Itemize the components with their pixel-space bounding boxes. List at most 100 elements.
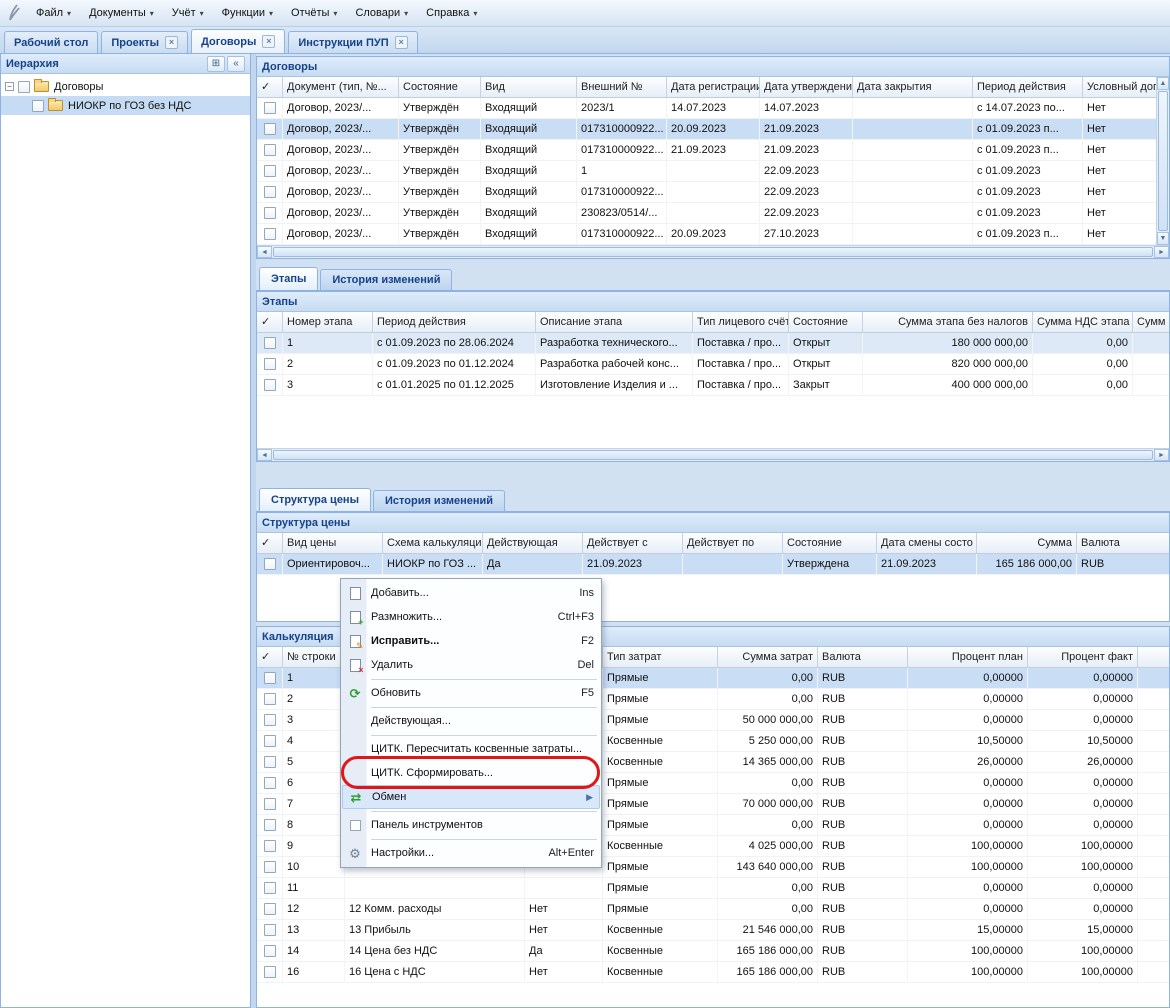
column-header[interactable]: Процент факт <box>1028 647 1138 667</box>
column-header[interactable]: ✓ <box>257 647 283 667</box>
menubar-item-functions[interactable]: Функции▾ <box>213 3 282 23</box>
table-row[interactable]: 1с 01.09.2023 по 28.06.2024Разработка те… <box>257 333 1169 354</box>
tab-projects[interactable]: Проекты× <box>101 31 188 53</box>
row-checkbox[interactable] <box>264 903 276 915</box>
tab-instructions-pup[interactable]: Инструкции ПУП× <box>288 31 417 53</box>
context-menu-item-refresh[interactable]: ⟳ОбновитьF5 <box>342 681 600 705</box>
row-checkbox[interactable] <box>264 672 276 684</box>
column-header[interactable]: Период действия <box>973 77 1083 97</box>
column-header[interactable]: Вид <box>481 77 577 97</box>
scroll-right-button[interactable]: ► <box>1154 246 1169 258</box>
price-subtab-1[interactable]: История изменений <box>373 490 505 511</box>
context-menu-item-delete[interactable]: ×УдалитьDel <box>342 653 600 677</box>
row-checkbox[interactable] <box>264 924 276 936</box>
table-row[interactable]: Договор, 2023/...УтверждёнВходящий230823… <box>257 203 1169 224</box>
column-header[interactable]: Вид цены <box>283 533 383 553</box>
row-checkbox[interactable] <box>264 819 276 831</box>
column-header[interactable]: Тип затрат <box>603 647 718 667</box>
column-header[interactable]: Дата утверждения <box>760 77 853 97</box>
scroll-left-button[interactable]: ◄ <box>257 246 272 258</box>
column-header[interactable]: Действует с <box>583 533 683 553</box>
row-checkbox[interactable] <box>264 945 276 957</box>
context-menu-item-edit[interactable]: ✎Исправить...F2 <box>342 629 600 653</box>
table-row[interactable]: 2с 01.09.2023 по 01.12.2024Разработка ра… <box>257 354 1169 375</box>
column-header[interactable]: № строки <box>283 647 345 667</box>
column-header[interactable]: Валюта <box>1077 533 1169 553</box>
hscroll-thumb[interactable] <box>273 450 1153 460</box>
tree-checkbox[interactable] <box>32 100 44 112</box>
table-row[interactable]: 1313 ПрибыльНетКосвенные21 546 000,00RUB… <box>257 920 1169 941</box>
row-checkbox[interactable] <box>264 861 276 873</box>
menubar-item-file[interactable]: Файл▾ <box>27 3 80 23</box>
column-header[interactable]: ✓ <box>257 312 283 332</box>
menubar-item-dictionaries[interactable]: Словари▾ <box>346 3 417 23</box>
row-checkbox[interactable] <box>264 735 276 747</box>
stages-subtab-1[interactable]: История изменений <box>320 269 452 290</box>
column-header[interactable]: Состояние <box>789 312 863 332</box>
column-header[interactable]: Схема калькуляци <box>383 533 483 553</box>
hscroll-thumb[interactable] <box>273 247 1153 257</box>
row-checkbox[interactable] <box>264 102 276 114</box>
scroll-left-button[interactable]: ◄ <box>257 449 272 461</box>
table-row[interactable]: 1212 Комм. расходыНетПрямые0,00RUB0,0000… <box>257 899 1169 920</box>
menubar-item-reports[interactable]: Отчёты▾ <box>282 3 346 23</box>
context-menu-item-active[interactable]: Действующая... <box>342 709 600 733</box>
table-row[interactable]: Договор, 2023/...УтверждёнВходящий017310… <box>257 119 1169 140</box>
row-checkbox[interactable] <box>264 693 276 705</box>
table-row[interactable]: Договор, 2023/...УтверждёнВходящий122.09… <box>257 161 1169 182</box>
context-menu-item-add[interactable]: Добавить...Ins <box>342 581 600 605</box>
tree-collapse-icon[interactable]: − <box>5 82 14 91</box>
row-checkbox[interactable] <box>264 144 276 156</box>
row-checkbox[interactable] <box>264 207 276 219</box>
table-row[interactable]: Договор, 2023/...УтверждёнВходящий017310… <box>257 224 1169 245</box>
row-checkbox[interactable] <box>264 379 276 391</box>
price-subtab-0[interactable]: Структура цены <box>259 488 371 511</box>
column-header[interactable]: Дата смены состо <box>877 533 977 553</box>
scroll-up-button[interactable]: ▲ <box>1157 77 1169 90</box>
contracts-hscrollbar[interactable]: ◄ ► <box>257 245 1169 258</box>
row-checkbox[interactable] <box>264 756 276 768</box>
row-checkbox[interactable] <box>264 714 276 726</box>
tree-node-niokr-goz[interactable]: НИОКР по ГОЗ без НДС <box>1 96 250 115</box>
column-header[interactable] <box>1138 647 1169 667</box>
collapse-panel-button[interactable]: « <box>227 56 245 72</box>
tree-node-contracts[interactable]: −Договоры <box>1 77 250 96</box>
row-checkbox[interactable] <box>264 966 276 978</box>
scroll-right-button[interactable]: ► <box>1154 449 1169 461</box>
vscroll-thumb[interactable] <box>1158 91 1168 231</box>
tab-desktop[interactable]: Рабочий стол <box>4 31 98 53</box>
column-header[interactable]: Тип лицевого счёт <box>693 312 789 332</box>
tab-close-icon[interactable]: × <box>395 36 408 49</box>
table-row[interactable]: 1616 Цена с НДСНетКосвенные165 186 000,0… <box>257 962 1169 983</box>
column-header[interactable]: Процент план <box>908 647 1028 667</box>
table-row[interactable]: 11Прямые0,00RUB0,000000,00000 <box>257 878 1169 899</box>
row-checkbox[interactable] <box>264 558 276 570</box>
menubar-item-accounting[interactable]: Учёт▾ <box>163 3 213 23</box>
context-menu-item-duplicate[interactable]: +Размножить...Ctrl+F3 <box>342 605 600 629</box>
contracts-vscrollbar[interactable]: ▲ ▼ <box>1156 77 1169 245</box>
column-header[interactable]: Период действия <box>373 312 536 332</box>
column-header[interactable]: Состояние <box>399 77 481 97</box>
column-header[interactable]: Сумма <box>977 533 1077 553</box>
column-header[interactable]: Внешний № <box>577 77 667 97</box>
menubar-item-help[interactable]: Справка▾ <box>417 3 486 23</box>
table-row[interactable]: Договор, 2023/...УтверждёнВходящий017310… <box>257 182 1169 203</box>
column-header[interactable]: Описание этапа <box>536 312 693 332</box>
scroll-down-button[interactable]: ▼ <box>1157 232 1169 245</box>
hierarchy-view-button[interactable]: ⊞ <box>207 56 225 72</box>
column-header[interactable]: Состояние <box>783 533 877 553</box>
context-menu-item-settings[interactable]: ⚙Настройки...Alt+Enter <box>342 841 600 865</box>
tab-close-icon[interactable]: × <box>262 35 275 48</box>
stages-hscrollbar[interactable]: ◄ ► <box>257 448 1169 461</box>
tree-checkbox[interactable] <box>18 81 30 93</box>
table-row[interactable]: 1414 Цена без НДСДаКосвенные165 186 000,… <box>257 941 1169 962</box>
table-row[interactable]: 3с 01.01.2025 по 01.12.2025Изготовление … <box>257 375 1169 396</box>
table-row[interactable]: Договор, 2023/...УтверждёнВходящий2023/1… <box>257 98 1169 119</box>
column-header[interactable]: Сумма этапа без налогов <box>863 312 1033 332</box>
row-checkbox[interactable] <box>264 798 276 810</box>
column-header[interactable]: Действует по <box>683 533 783 553</box>
row-checkbox[interactable] <box>264 228 276 240</box>
row-checkbox[interactable] <box>264 777 276 789</box>
column-header[interactable]: Номер этапа <box>283 312 373 332</box>
context-menu-item-toolbar-panel[interactable]: Панель инструментов <box>342 813 600 837</box>
